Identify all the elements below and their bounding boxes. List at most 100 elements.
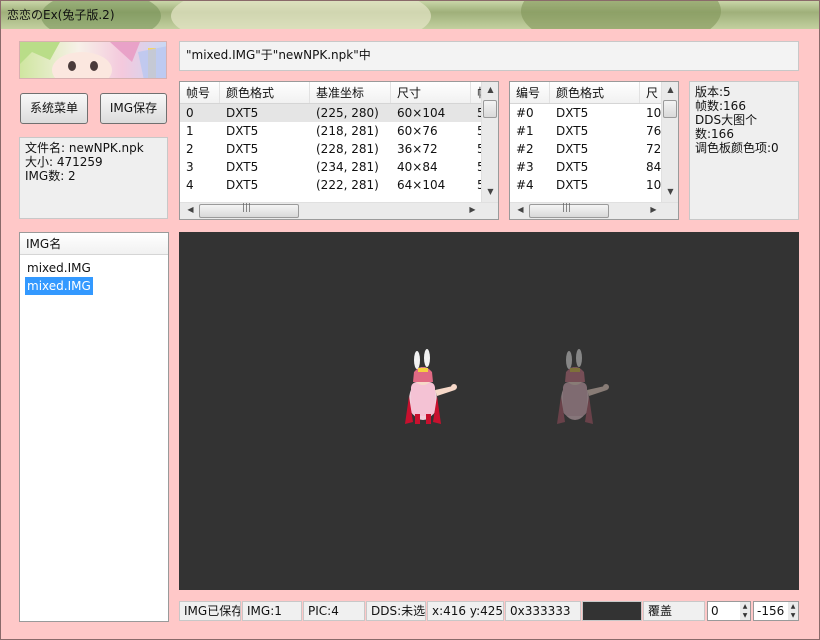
column-header[interactable]: 颜色格式 bbox=[550, 82, 640, 103]
frames-vertical-scrollbar[interactable]: ▲ ▼ bbox=[481, 82, 498, 202]
path-text: "mixed.IMG"于"newNPK.npk"中 bbox=[186, 48, 371, 62]
frame-cell: (218, 281) bbox=[316, 124, 379, 138]
dds-cell: #3 bbox=[516, 160, 534, 174]
scroll-up-arrow-icon[interactable]: ▲ bbox=[482, 85, 498, 94]
status-coordinates: x:416 y:425 bbox=[427, 601, 504, 621]
scroll-up-arrow-icon[interactable]: ▲ bbox=[662, 85, 678, 94]
frames-table-header: 帧号 颜色格式 基准坐标 尺寸 帧 bbox=[180, 82, 482, 104]
frames-horizontal-scrollbar[interactable]: ◀ ||| ▶ bbox=[180, 202, 498, 219]
offset-x-stepper[interactable]: 0 ▲ ▼ bbox=[707, 601, 751, 621]
status-color-hex: 0x333333 bbox=[505, 601, 581, 621]
table-row[interactable]: #4 DXT5 10 bbox=[510, 176, 662, 194]
dds-cell: DXT5 bbox=[556, 106, 589, 120]
column-header[interactable]: 编号 bbox=[510, 82, 550, 103]
app-logo bbox=[19, 41, 167, 79]
frame-cell: (222, 281) bbox=[316, 178, 379, 192]
scroll-right-arrow-icon[interactable]: ▶ bbox=[464, 205, 481, 214]
list-item-selected[interactable]: mixed.IMG bbox=[25, 277, 93, 295]
frame-cell: 40×84 bbox=[397, 160, 438, 174]
frame-cell: 60×76 bbox=[397, 124, 438, 138]
table-row[interactable]: 3 DXT5 (234, 281) 40×84 5 bbox=[180, 158, 482, 176]
dds-vertical-scrollbar[interactable]: ▲ ▼ bbox=[661, 82, 678, 202]
table-row[interactable]: 0 DXT5 (225, 280) 60×104 5 bbox=[180, 104, 482, 122]
frame-cell: DXT5 bbox=[226, 106, 259, 120]
scroll-left-arrow-icon[interactable]: ◀ bbox=[182, 205, 199, 214]
dds-table[interactable]: 编号 颜色格式 尺 #0 DXT5 10 #1 DXT5 76 #2 DXT5 … bbox=[509, 81, 679, 220]
status-img-index: IMG:1 bbox=[242, 601, 302, 621]
title-bar[interactable]: 恋恋のEx(兔子版.2) bbox=[1, 1, 819, 29]
color-swatch[interactable] bbox=[582, 601, 642, 621]
preview-canvas[interactable] bbox=[179, 232, 799, 590]
img-save-button[interactable]: IMG保存 bbox=[100, 93, 167, 124]
scroll-thumb[interactable]: ||| bbox=[529, 203, 609, 218]
table-row[interactable]: #0 DXT5 10 bbox=[510, 104, 662, 122]
img-info-panel: 版本:5 帧数:166 DDS大图个数:166 调色板颜色项:0 bbox=[689, 81, 799, 220]
column-header[interactable]: 颜色格式 bbox=[220, 82, 310, 103]
img-count: IMG数: 2 bbox=[25, 169, 76, 183]
scroll-thumb[interactable]: ||| bbox=[199, 203, 299, 218]
column-header[interactable]: 尺寸 bbox=[391, 82, 471, 103]
scroll-down-arrow-icon[interactable]: ▼ bbox=[482, 187, 498, 196]
column-header[interactable]: 基准坐标 bbox=[310, 82, 391, 103]
frame-cell: DXT5 bbox=[226, 160, 259, 174]
path-bar: "mixed.IMG"于"newNPK.npk"中 bbox=[179, 41, 799, 71]
sprite-character bbox=[405, 349, 457, 424]
scroll-down-arrow-icon[interactable]: ▼ bbox=[662, 187, 678, 196]
frames-table[interactable]: 帧号 颜色格式 基准坐标 尺寸 帧 0 DXT5 (225, 280) 60×1… bbox=[179, 81, 499, 220]
column-header[interactable]: 尺 bbox=[640, 82, 662, 103]
column-header[interactable]: 帧号 bbox=[180, 82, 220, 103]
frame-cell: 60×104 bbox=[397, 106, 446, 120]
frame-cell: 3 bbox=[186, 160, 194, 174]
dds-cell: 10 bbox=[646, 106, 662, 120]
dds-cell: DXT5 bbox=[556, 124, 589, 138]
dds-horizontal-scrollbar[interactable]: ◀ ||| ▶ bbox=[510, 202, 678, 219]
frame-cell: 1 bbox=[186, 124, 194, 138]
dds-cell: DXT5 bbox=[556, 178, 589, 192]
table-row[interactable]: #3 DXT5 84 bbox=[510, 158, 662, 176]
offset-y-stepper[interactable]: -156 ▲ ▼ bbox=[753, 601, 799, 621]
frame-cell: 2 bbox=[186, 142, 194, 156]
stepper-arrows-icon[interactable]: ▲ ▼ bbox=[788, 602, 798, 620]
draw-mode-label[interactable]: 覆盖 bbox=[643, 601, 705, 621]
img-frame-count: 帧数:166 bbox=[695, 99, 746, 113]
main-window: 恋恋のEx(兔子版.2) "mixed.IMG"于"newNPK.npk"中 系… bbox=[0, 0, 820, 640]
dds-table-body: #0 DXT5 10 #1 DXT5 76 #2 DXT5 72 #3 DXT5… bbox=[510, 104, 662, 194]
dds-cell: DXT5 bbox=[556, 142, 589, 156]
table-row[interactable]: #2 DXT5 72 bbox=[510, 140, 662, 158]
table-row[interactable]: 2 DXT5 (228, 281) 36×72 5 bbox=[180, 140, 482, 158]
table-row[interactable]: #1 DXT5 76 bbox=[510, 122, 662, 140]
offset-x-value[interactable]: 0 bbox=[711, 604, 719, 618]
status-saved: IMG已保存 bbox=[179, 601, 241, 621]
img-list[interactable]: IMG名 mixed.IMG mixed.IMG bbox=[19, 232, 169, 622]
dds-cell: 84 bbox=[646, 160, 662, 174]
dds-cell: #1 bbox=[516, 124, 534, 138]
frame-cell: 0 bbox=[186, 106, 194, 120]
sprite-preview bbox=[405, 349, 609, 424]
frame-cell: (234, 281) bbox=[316, 160, 379, 174]
offset-y-value[interactable]: -156 bbox=[757, 604, 784, 618]
img-list-header: IMG名 bbox=[20, 233, 168, 255]
system-menu-button[interactable]: 系统菜单 bbox=[20, 93, 88, 124]
dds-count: DDS大图个数:166 bbox=[695, 113, 758, 141]
palette-count: 调色板颜色项:0 bbox=[695, 141, 779, 155]
table-row[interactable]: 4 DXT5 (222, 281) 64×104 5 bbox=[180, 176, 482, 194]
file-size: 大小: 471259 bbox=[25, 155, 103, 169]
dds-cell: DXT5 bbox=[556, 160, 589, 174]
frame-cell: DXT5 bbox=[226, 178, 259, 192]
file-info-panel: 文件名: newNPK.npk 大小: 471259 IMG数: 2 bbox=[19, 137, 168, 219]
list-item[interactable]: mixed.IMG bbox=[25, 259, 93, 277]
window-title: 恋恋のEx(兔子版.2) bbox=[7, 8, 115, 22]
scroll-thumb[interactable] bbox=[483, 100, 497, 118]
dds-cell: #0 bbox=[516, 106, 534, 120]
table-row[interactable]: 1 DXT5 (218, 281) 60×76 5 bbox=[180, 122, 482, 140]
scroll-thumb[interactable] bbox=[663, 100, 677, 118]
scroll-right-arrow-icon[interactable]: ▶ bbox=[645, 205, 662, 214]
status-pic-index: PIC:4 bbox=[303, 601, 365, 621]
scroll-left-arrow-icon[interactable]: ◀ bbox=[512, 205, 529, 214]
stepper-arrows-icon[interactable]: ▲ ▼ bbox=[740, 602, 750, 620]
img-version: 版本:5 bbox=[695, 85, 731, 99]
frame-cell: (225, 280) bbox=[316, 106, 379, 120]
dds-cell: #2 bbox=[516, 142, 534, 156]
frame-cell: (228, 281) bbox=[316, 142, 379, 156]
column-header[interactable]: IMG名 bbox=[20, 233, 168, 254]
